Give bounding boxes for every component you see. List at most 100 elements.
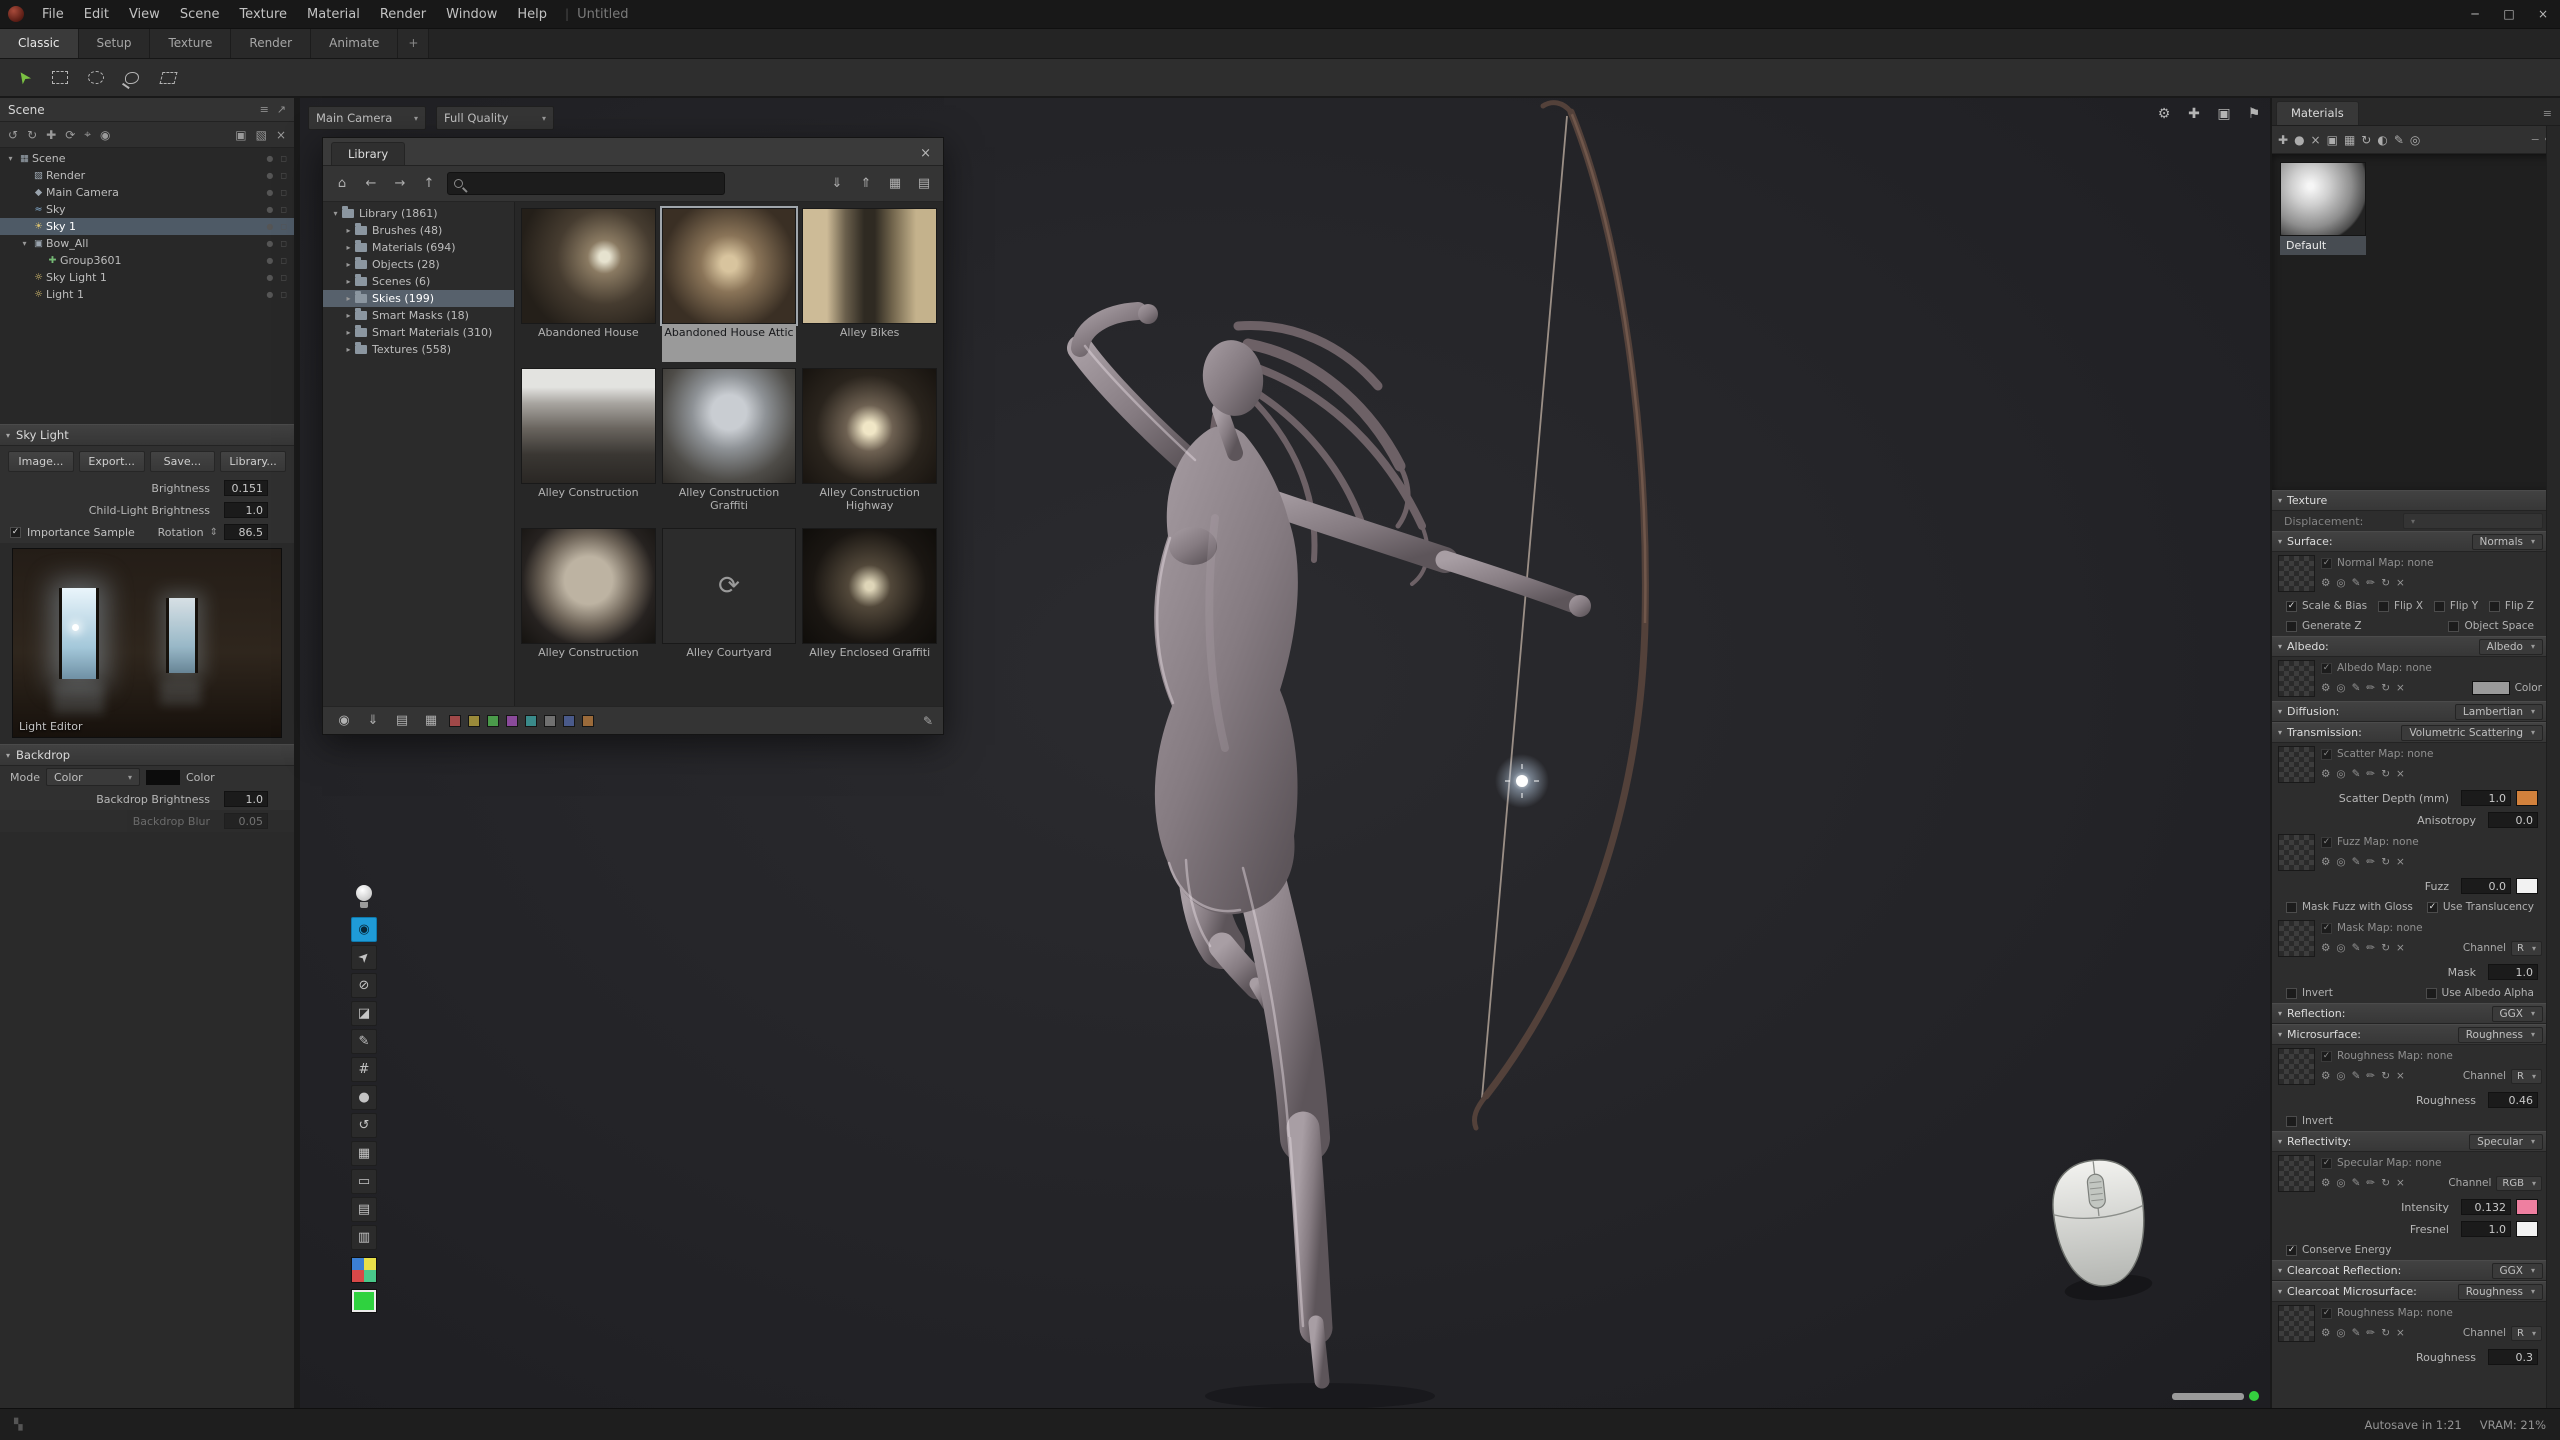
menu-help[interactable]: Help — [507, 0, 557, 29]
clear-icon[interactable]: × — [2311, 133, 2321, 147]
material-section-clearcoat-reflection[interactable]: ▾Clearcoat Reflection:GGX — [2272, 1260, 2548, 1281]
library-folder-textures-558[interactable]: ▸Textures (558) — [323, 341, 514, 358]
mode-dropdown[interactable]: Roughness — [2458, 1027, 2543, 1043]
clear-icon[interactable]: × — [2396, 1070, 2405, 1082]
undo-icon[interactable]: ↺ — [8, 128, 18, 142]
clear-icon[interactable]: × — [2396, 768, 2405, 780]
map-enabled-checkbox[interactable] — [2321, 663, 2332, 674]
gear-icon[interactable]: ⚙ — [2321, 1327, 2330, 1339]
lock-icon[interactable]: ● — [266, 256, 273, 265]
library-item-alley-construction-graffiti[interactable]: Alley Construction Graffiti — [662, 368, 797, 522]
view-options-icon[interactable]: ▤ — [913, 173, 935, 195]
grid-view-icon[interactable]: ▦ — [420, 710, 442, 732]
scene-node-sky-1[interactable]: ☀Sky 1●◻ — [0, 218, 294, 235]
library-folder-library-1861[interactable]: ▾Library (1861) — [323, 205, 514, 222]
pencil-icon[interactable]: ✏ — [2366, 768, 2375, 780]
material-section-reflection[interactable]: ▾Reflection:GGX — [2272, 1003, 2548, 1024]
mode-dropdown[interactable] — [2403, 513, 2543, 529]
sphere-icon[interactable]: ● — [2294, 133, 2304, 147]
material-ball-icon[interactable]: ◉ — [333, 710, 355, 732]
add-folder-icon[interactable]: ▧ — [256, 128, 267, 142]
clear-icon[interactable]: × — [2396, 856, 2405, 868]
scene-node-sky[interactable]: ≈Sky●◻ — [0, 201, 294, 218]
tab-setup[interactable]: Setup — [79, 29, 151, 58]
folder-icon[interactable]: ▣ — [2327, 133, 2338, 147]
option-generate-z[interactable]: Generate Z — [2286, 620, 2362, 632]
map-enabled-checkbox[interactable] — [2321, 749, 2332, 760]
checkbox[interactable] — [2286, 621, 2297, 632]
folder-icon[interactable]: ▣ — [235, 128, 246, 142]
material-section-microsurface[interactable]: ▾Microsurface:Roughness — [2272, 1024, 2548, 1045]
value-input[interactable]: 0.46 — [2488, 1092, 2538, 1108]
pivot-icon[interactable]: ⌖ — [84, 127, 91, 142]
pen-tool[interactable]: ✎ — [351, 1029, 377, 1054]
grid-tool[interactable]: # — [351, 1057, 377, 1082]
texture-slot[interactable] — [2278, 1305, 2315, 1342]
gear-icon[interactable]: ⚙ — [2154, 106, 2174, 122]
gear-icon[interactable]: ⚙ — [2321, 768, 2330, 780]
expander-icon[interactable]: ▸ — [342, 311, 355, 320]
reload-icon[interactable]: ↻ — [2381, 1177, 2390, 1189]
backdrop-mode-dropdown[interactable]: Color — [46, 768, 140, 786]
color-swatch[interactable] — [2516, 790, 2538, 806]
material-section-transmission[interactable]: ▾Transmission:Volumetric Scattering — [2272, 722, 2548, 743]
reload-icon[interactable]: ↻ — [2381, 682, 2390, 694]
channel-dropdown[interactable]: RGB — [2496, 1176, 2542, 1191]
quality-select[interactable]: Full Quality — [436, 106, 554, 130]
clear-tool[interactable]: ⊘ — [351, 973, 377, 998]
trash-icon[interactable]: ▦ — [2344, 133, 2355, 147]
expander-icon[interactable]: ▸ — [342, 277, 355, 286]
color-swatch-grid[interactable] — [351, 1257, 377, 1283]
lasso-tool[interactable] — [118, 64, 146, 92]
library-folder-smart-masks-18[interactable]: ▸Smart Masks (18) — [323, 307, 514, 324]
refresh-icon[interactable]: ↻ — [2361, 133, 2371, 147]
visibility-toggle-icon[interactable]: ◻ — [280, 256, 287, 265]
materials-scrollbar[interactable] — [2546, 126, 2560, 1408]
search-icon[interactable]: ◎ — [2410, 133, 2420, 147]
scene-node-render[interactable]: ▨Render●◻ — [0, 167, 294, 184]
pen-icon[interactable]: ✎ — [2352, 682, 2361, 694]
target-icon[interactable]: ◎ — [2336, 856, 2345, 868]
visibility-toggle-icon[interactable]: ◻ — [280, 171, 287, 180]
checkbox[interactable] — [2489, 601, 2500, 612]
sun-gizmo[interactable] — [1495, 754, 1549, 808]
pencil-icon[interactable]: ✏ — [2366, 856, 2375, 868]
child-brightness-input[interactable]: 1.0 — [224, 502, 268, 518]
maximize-icon[interactable]: □ — [2492, 0, 2526, 29]
color-swatch[interactable] — [352, 1258, 364, 1270]
library-tab[interactable]: Library — [331, 142, 405, 165]
channel-dropdown[interactable]: R — [2511, 941, 2542, 956]
library-folder-brushes-48[interactable]: ▸Brushes (48) — [323, 222, 514, 239]
tag-color-swatch[interactable] — [544, 715, 556, 727]
option-use-albedo-alpha[interactable]: Use Albedo Alpha — [2426, 987, 2534, 999]
tab-render[interactable]: Render — [231, 29, 311, 58]
library-item-alley-construction[interactable]: Alley Construction — [521, 368, 656, 522]
expander-icon[interactable]: ▸ — [342, 328, 355, 337]
library-item-abandoned-house-attic[interactable]: Abandoned House Attic — [662, 208, 797, 362]
checkbox[interactable] — [2286, 902, 2297, 913]
minimize-icon[interactable]: ─ — [2458, 0, 2492, 29]
texture-slot[interactable] — [2278, 746, 2315, 783]
tab-add[interactable]: + — [398, 29, 429, 58]
color-swatch[interactable] — [364, 1270, 376, 1282]
texture-slot[interactable] — [2278, 834, 2315, 871]
download-icon[interactable]: ⇓ — [362, 710, 384, 732]
menu-material[interactable]: Material — [297, 0, 370, 29]
library-item-alley-courtyard[interactable]: ⟳Alley Courtyard — [662, 528, 797, 682]
mode-dropdown[interactable]: Normals — [2472, 534, 2543, 550]
eraser-tool[interactable]: ◪ — [351, 1001, 377, 1026]
gear-icon[interactable]: ⚙ — [2321, 942, 2330, 954]
map-enabled-checkbox[interactable] — [2321, 923, 2332, 934]
export-button[interactable]: Export... — [79, 451, 145, 472]
visibility-toggle-icon[interactable]: ◻ — [280, 188, 287, 197]
option-invert[interactable]: Invert — [2286, 987, 2333, 999]
undo-tool[interactable]: ↺ — [351, 1113, 377, 1138]
notes-tool[interactable]: ▥ — [351, 1225, 377, 1250]
minus-icon[interactable]: − — [2531, 133, 2540, 146]
up-icon[interactable]: ↑ — [418, 173, 440, 195]
library-item-alley-construction[interactable]: Alley Construction — [521, 528, 656, 682]
library-item-abandoned-house[interactable]: Abandoned House — [521, 208, 656, 362]
pencil-icon[interactable]: ✏ — [2366, 1327, 2375, 1339]
texture-slot[interactable] — [2278, 1155, 2315, 1192]
scene-node-main-camera[interactable]: ◆Main Camera●◻ — [0, 184, 294, 201]
